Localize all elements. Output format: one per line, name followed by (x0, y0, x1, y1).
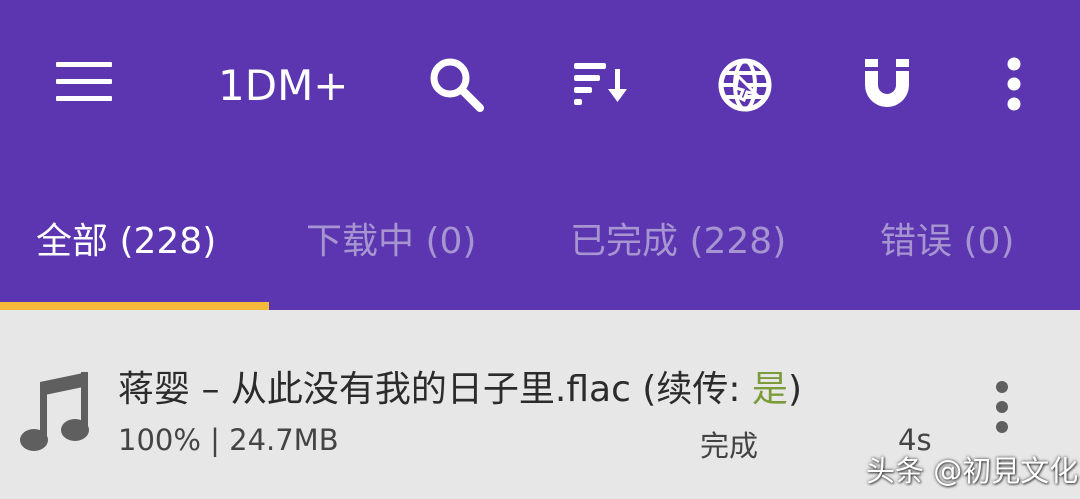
magnet-button[interactable] (856, 52, 918, 114)
status-text: 完成 (700, 429, 759, 463)
app-title: 1DM+ (218, 61, 349, 110)
resume-status-value: 是 (751, 369, 788, 410)
menu-icon (56, 62, 112, 101)
search-icon (430, 58, 484, 112)
music-note-icon (20, 372, 89, 451)
app-bar: 1DM+ 全部 (228) 下载中 (0) 已完成 (228) 错误 (0) (0, 0, 1080, 310)
progress-size: 100% | 24.7MB (118, 423, 339, 457)
tab-completed[interactable]: 已完成 (228) (570, 200, 786, 284)
tab-all[interactable]: 全部 (228) (36, 200, 216, 284)
item-more-button[interactable] (982, 374, 1022, 440)
file-title-text: 蒋婴 – 从此没有我的日子里.flac (续传: (118, 369, 752, 410)
file-type-icon-container (18, 368, 94, 454)
watermark: 头条 @初見文化 (866, 454, 1079, 488)
browser-button[interactable] (712, 52, 778, 118)
menu-button[interactable] (48, 54, 120, 110)
tab-error[interactable]: 错误 (0) (880, 200, 1014, 284)
tab-downloading[interactable]: 下载中 (0) (306, 200, 476, 284)
more-vert-icon (1007, 57, 1021, 111)
more-vert-icon (996, 381, 1008, 433)
active-tab-indicator (0, 302, 269, 310)
search-button[interactable] (424, 52, 488, 116)
file-title-suffix: ) (787, 369, 802, 410)
sort-icon (574, 63, 627, 105)
browser-globe-icon (718, 58, 772, 112)
tab-bar: 全部 (228) 下载中 (0) 已完成 (228) 错误 (0) (0, 200, 1080, 284)
more-options-button[interactable] (994, 52, 1034, 116)
sort-button[interactable] (568, 54, 632, 114)
file-title: 蒋婴 – 从此没有我的日子里.flac (续传: 是) (118, 360, 802, 412)
magnet-icon (865, 59, 909, 107)
